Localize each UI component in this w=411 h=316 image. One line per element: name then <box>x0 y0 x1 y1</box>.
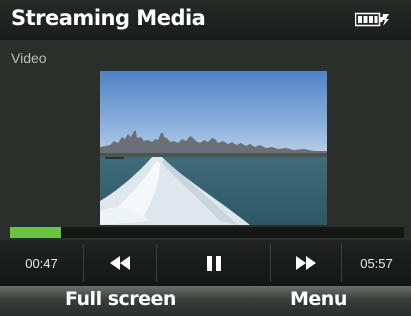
media-player-screen: Streaming Media Video 00:47 05:57 Full s… <box>0 0 411 316</box>
elapsed-time-label: 00:47 <box>25 255 58 271</box>
playback-controls: 00:47 05:57 <box>0 240 411 286</box>
title-bar: Streaming Media <box>0 0 411 40</box>
menu-softkey[interactable]: Menu <box>290 288 347 310</box>
softkey-bar: Full screen Menu <box>0 286 411 316</box>
rewind-icon <box>110 256 130 270</box>
fast-forward-button[interactable] <box>271 240 341 286</box>
app-title: Streaming Media <box>11 6 206 30</box>
pause-icon <box>206 255 221 271</box>
pause-button[interactable] <box>157 240 270 286</box>
full-screen-softkey[interactable]: Full screen <box>65 288 176 310</box>
battery-charging-icon <box>354 12 389 27</box>
video-frame[interactable] <box>100 71 327 225</box>
progress-fill <box>10 227 61 238</box>
elapsed-time: 00:47 <box>0 240 83 286</box>
fast-forward-icon <box>296 256 316 270</box>
media-type-label: Video <box>11 50 47 66</box>
total-time: 05:57 <box>342 240 411 286</box>
total-time-label: 05:57 <box>360 255 393 271</box>
playback-progress-bar[interactable] <box>10 227 404 238</box>
rewind-button[interactable] <box>84 240 156 286</box>
